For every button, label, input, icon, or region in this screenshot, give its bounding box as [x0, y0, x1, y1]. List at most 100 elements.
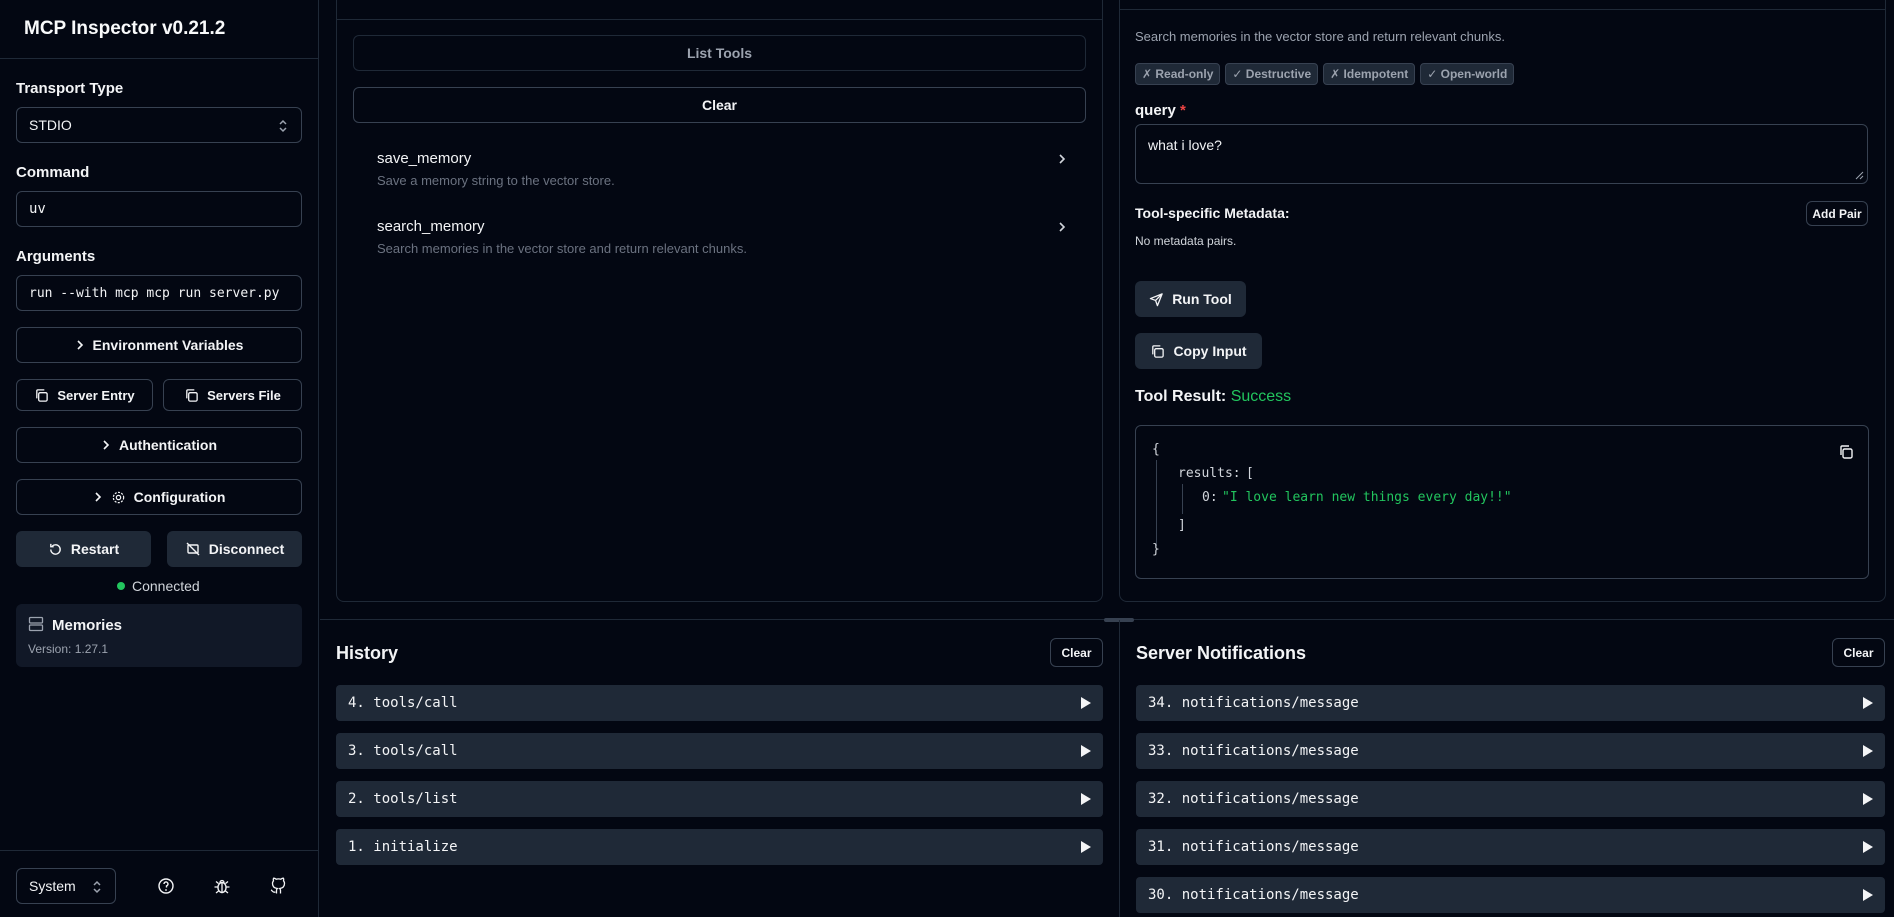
query-value: what i love? [1148, 137, 1222, 153]
chevron-right-icon [75, 339, 85, 351]
help-icon[interactable] [157, 877, 175, 895]
rotate-ccw-icon [48, 542, 63, 557]
expand-triangle-icon [1863, 889, 1873, 901]
tool-result-box: { results: [ 0: "I love learn new things… [1135, 425, 1869, 579]
history-item[interactable]: 4. tools/call [336, 685, 1103, 721]
history-item[interactable]: 2. tools/list [336, 781, 1103, 817]
json-open-bracket: [ [1246, 466, 1254, 481]
notification-item[interactable]: 30. notifications/message [1136, 877, 1885, 913]
run-tool-label: Run Tool [1172, 291, 1232, 307]
restart-button[interactable]: Restart [16, 531, 151, 567]
sidebar-header: MCP Inspector v0.21.2 [0, 0, 318, 59]
tool-detail-header [1120, 0, 1885, 10]
badge-idempotent: ✗ Idempotent [1323, 63, 1416, 85]
notification-item[interactable]: 34. notifications/message [1136, 685, 1885, 721]
metadata-label: Tool-specific Metadata: [1135, 205, 1290, 221]
environment-variables-label: Environment Variables [92, 337, 244, 353]
server-entry-button[interactable]: Server Entry [16, 379, 153, 411]
authentication-label: Authentication [119, 437, 217, 453]
run-tool-button[interactable]: Run Tool [1135, 281, 1246, 317]
bug-icon[interactable] [213, 877, 231, 895]
copy-icon [34, 388, 49, 403]
json-index: 0: [1202, 490, 1218, 505]
chevron-updown-icon [277, 119, 289, 133]
history-item-label: 2. tools/list [348, 791, 458, 807]
json-string-value: "I love learn new things every day!!" [1222, 490, 1512, 505]
expand-triangle-icon [1863, 841, 1873, 853]
chevron-right-icon [101, 439, 111, 451]
notification-item[interactable]: 32. notifications/message [1136, 781, 1885, 817]
add-pair-button[interactable]: Add Pair [1806, 201, 1868, 226]
history-item[interactable]: 1. initialize [336, 829, 1103, 865]
badge-read-only: ✗ Read-only [1135, 63, 1221, 85]
unplug-icon [185, 541, 201, 557]
json-open-brace: { [1152, 442, 1160, 457]
transport-type-select[interactable]: STDIO [16, 107, 302, 143]
disconnect-label: Disconnect [208, 541, 285, 557]
server-entry-label: Server Entry [57, 387, 135, 403]
notification-item-label: 34. notifications/message [1148, 695, 1359, 711]
tool-description: Save a memory string to the vector store… [377, 173, 615, 188]
copy-icon[interactable] [1838, 444, 1854, 460]
server-icon [28, 616, 44, 632]
servers-file-button[interactable]: Servers File [163, 379, 302, 411]
notification-item-label: 30. notifications/message [1148, 887, 1359, 903]
expand-triangle-icon [1081, 793, 1091, 805]
history-item[interactable]: 3. tools/call [336, 733, 1103, 769]
history-item-label: 3. tools/call [348, 743, 458, 759]
notification-item-label: 32. notifications/message [1148, 791, 1359, 807]
disconnect-button[interactable]: Disconnect [167, 531, 302, 567]
badge-open-world: ✓ Open-world [1420, 63, 1515, 85]
arguments-input[interactable]: run --with mcp mcp run server.py [16, 275, 302, 311]
arguments-label: Arguments [16, 248, 96, 265]
chevron-right-icon [93, 491, 103, 503]
configuration-label: Configuration [133, 489, 226, 505]
clear-history-button[interactable]: Clear [1050, 638, 1103, 667]
theme-select[interactable]: System [16, 868, 116, 904]
notification-item[interactable]: 31. notifications/message [1136, 829, 1885, 865]
github-icon[interactable] [269, 877, 287, 895]
server-info-card: Memories Version: 1.27.1 [16, 604, 302, 667]
tool-description: Search memories in the vector store and … [1135, 29, 1505, 44]
chevron-updown-icon [91, 880, 103, 894]
list-tools-button[interactable]: List Tools [353, 35, 1086, 71]
notification-item[interactable]: 33. notifications/message [1136, 733, 1885, 769]
tool-item-search-memory[interactable]: search_memory Search memories in the vec… [377, 218, 1077, 256]
history-item-label: 1. initialize [348, 839, 458, 855]
tool-result-status: Success [1230, 388, 1292, 405]
resize-handle-icon[interactable] [1855, 171, 1864, 180]
tool-result-heading: Tool Result: Success [1135, 388, 1291, 406]
expand-triangle-icon [1863, 745, 1873, 757]
json-indent-guide [1156, 460, 1157, 546]
no-metadata-text: No metadata pairs. [1135, 234, 1237, 248]
servers-file-label: Servers File [207, 387, 281, 403]
tool-description: Search memories in the vector store and … [377, 241, 747, 256]
badge-destructive: ✓ Destructive [1225, 63, 1319, 85]
server-name: Memories [52, 617, 123, 634]
query-label: query * [1135, 102, 1186, 119]
query-textarea[interactable]: what i love? [1135, 124, 1868, 184]
copy-input-button[interactable]: Copy Input [1135, 333, 1262, 369]
expand-triangle-icon [1081, 841, 1091, 853]
command-input[interactable]: uv [16, 191, 302, 227]
authentication-button[interactable]: Authentication [16, 427, 302, 463]
json-indent-guide [1182, 484, 1183, 514]
transport-type-value: STDIO [29, 117, 72, 133]
chevron-right-icon [1057, 221, 1067, 233]
tools-panel-header [337, 0, 1102, 20]
server-version: Version: 1.27.1 [28, 642, 109, 656]
configuration-button[interactable]: Configuration [16, 479, 302, 515]
copy-icon [184, 388, 199, 403]
environment-variables-button[interactable]: Environment Variables [16, 327, 302, 363]
history-title: History [336, 643, 399, 663]
json-close-brace: } [1152, 542, 1160, 557]
notification-item-label: 31. notifications/message [1148, 839, 1359, 855]
connection-status: Connected [117, 578, 200, 594]
clear-notifications-button[interactable]: Clear [1832, 638, 1885, 667]
tool-item-save-memory[interactable]: save_memory Save a memory string to the … [377, 150, 1077, 188]
annotation-badges: ✗ Read-only ✓ Destructive ✗ Idempotent ✓… [1135, 63, 1515, 85]
send-icon [1149, 292, 1164, 307]
clear-tools-button[interactable]: Clear [353, 87, 1086, 123]
bottom-vertical-divider [1119, 620, 1120, 917]
status-dot [117, 582, 125, 590]
